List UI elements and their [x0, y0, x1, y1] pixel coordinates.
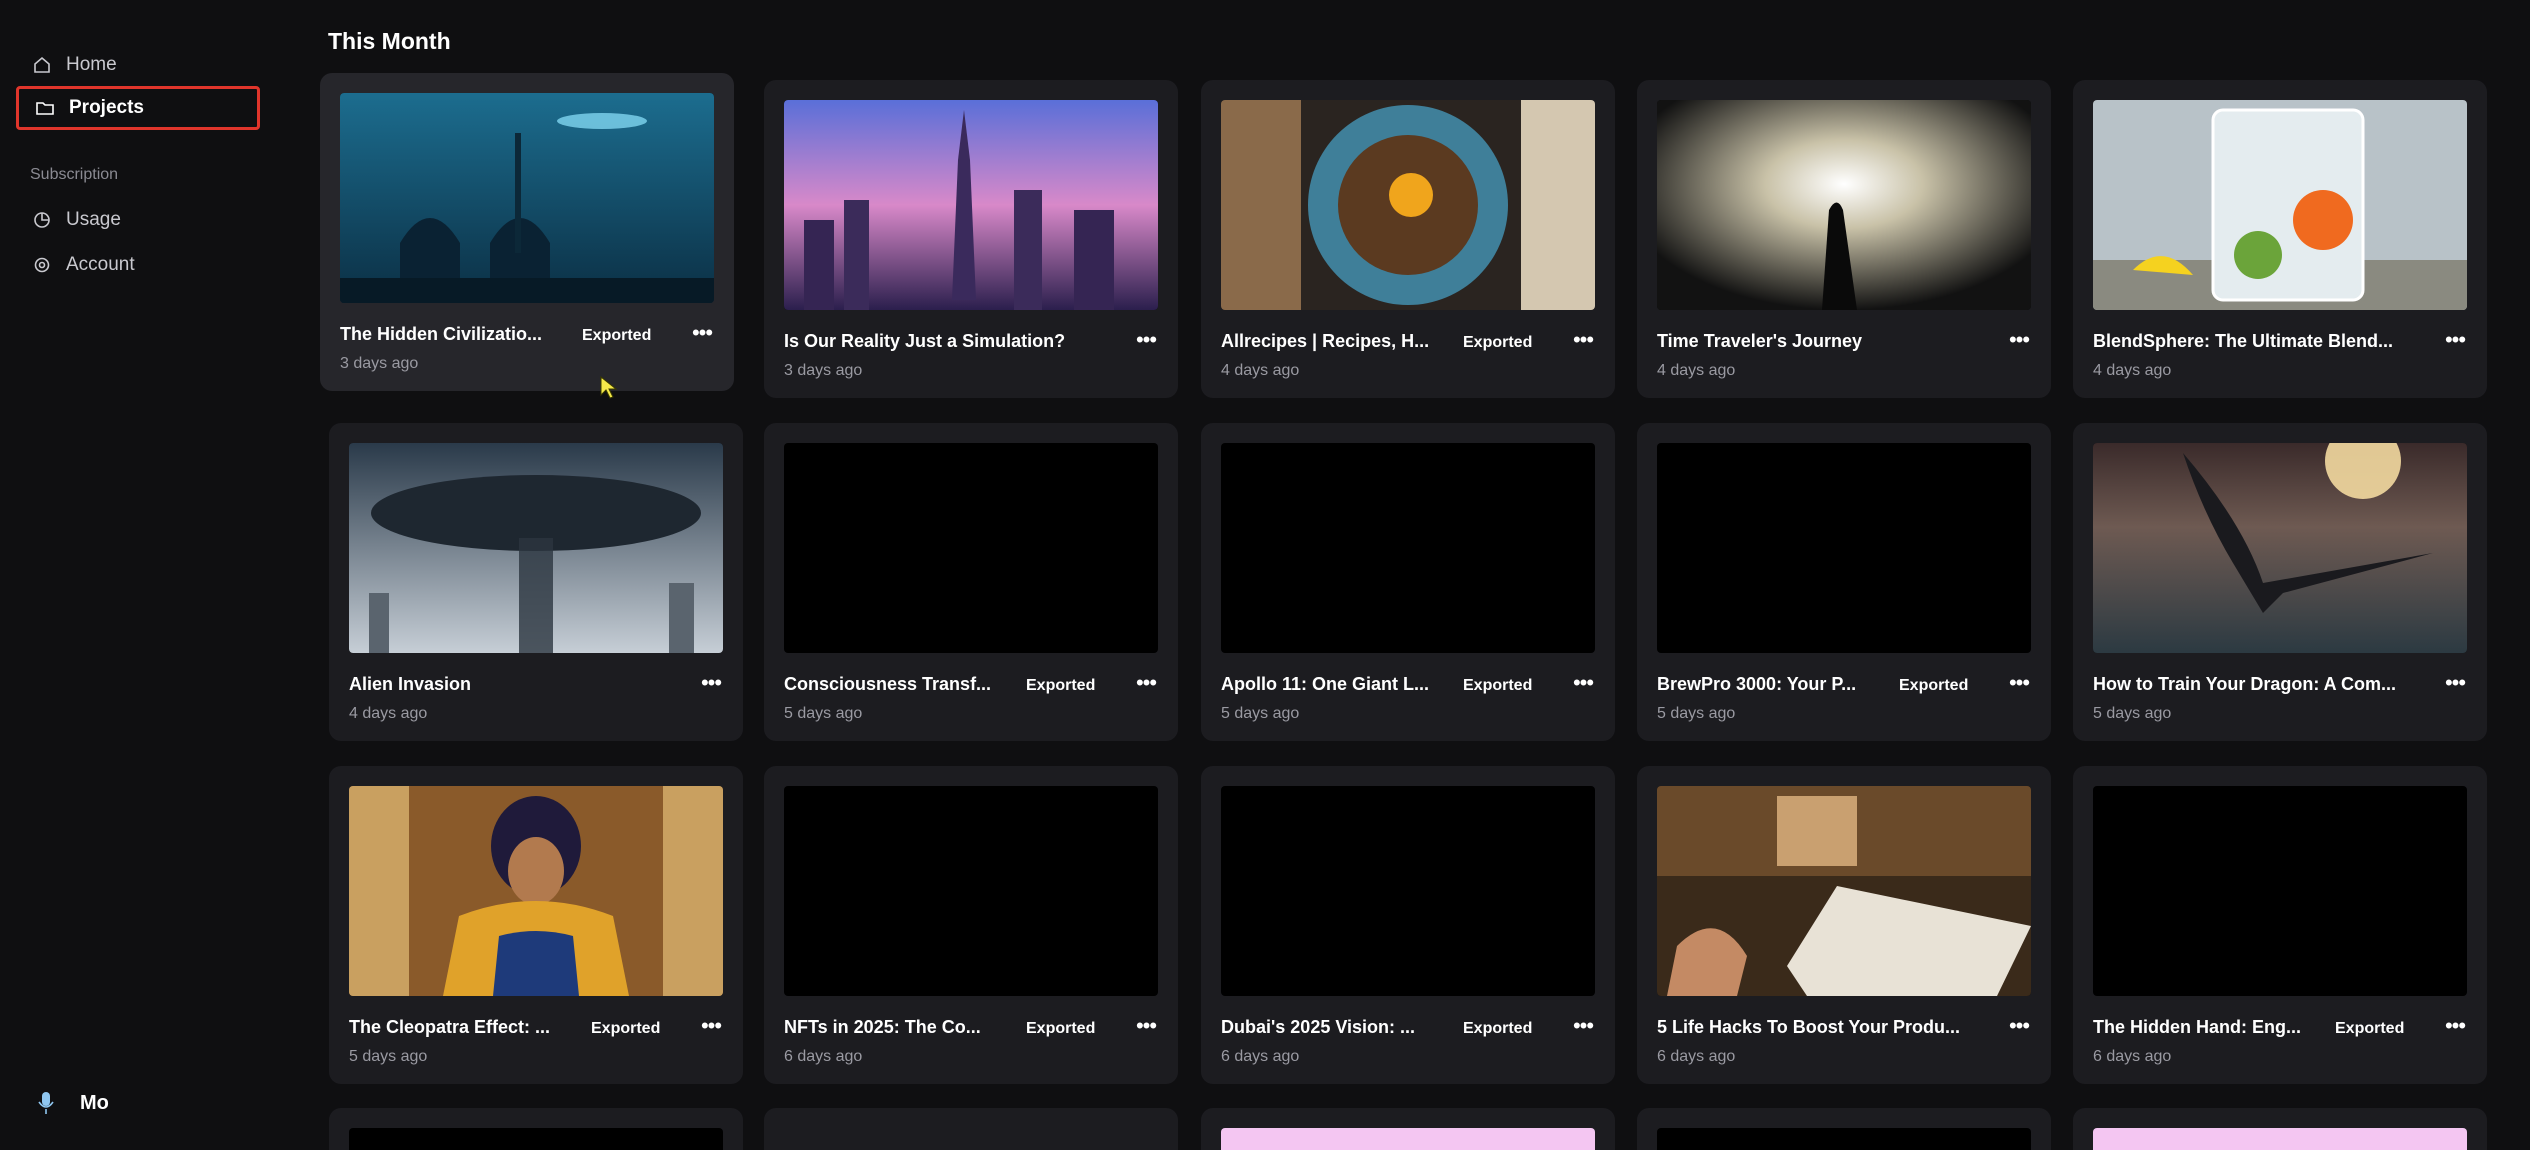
project-thumbnail [2093, 100, 2467, 310]
project-date: 4 days ago [1657, 362, 1736, 379]
more-options-button[interactable]: ••• [1569, 669, 1597, 697]
project-date: 3 days ago [784, 362, 863, 379]
project-thumbnail [349, 1128, 723, 1150]
more-options-button[interactable]: ••• [2005, 669, 2033, 697]
project-thumbnail [2093, 443, 2467, 653]
more-options-button[interactable]: ••• [697, 1012, 725, 1040]
project-thumbnail [1657, 1128, 2031, 1150]
more-options-button[interactable]: ••• [697, 669, 725, 697]
project-card[interactable] [764, 1108, 1178, 1150]
project-card[interactable]: The Cleopatra Effect: ... 5 days ago Exp… [329, 766, 743, 1084]
more-options-button[interactable]: ••• [1569, 1012, 1597, 1040]
project-date: 4 days ago [1221, 362, 1300, 379]
project-title: BrewPro 3000: Your P... [1657, 674, 1857, 694]
exported-badge: Exported [1463, 677, 1533, 694]
project-card[interactable]: Alien Invasion 4 days ago ••• [329, 423, 743, 741]
project-thumbnail [1221, 100, 1595, 310]
project-thumbnail [2093, 786, 2467, 996]
project-thumbnail [784, 100, 1158, 310]
project-card[interactable]: NFTs in 2025: The Co... 6 days ago Expor… [764, 766, 1178, 1084]
project-thumbnail [2093, 1128, 2467, 1150]
project-thumbnail [1221, 786, 1595, 996]
project-grid: The Hidden Civilizatio... 3 days ago Exp… [0, 0, 2530, 1150]
project-card[interactable]: Consciousness Transf... 5 days ago Expor… [764, 423, 1178, 741]
exported-badge: Exported [591, 1020, 661, 1037]
project-thumbnail [1657, 786, 2031, 996]
project-card[interactable]: The Hidden Civilizatio... 3 days ago Exp… [320, 73, 734, 391]
more-options-button[interactable]: ••• [1569, 326, 1597, 354]
more-options-button[interactable]: ••• [688, 319, 716, 347]
more-options-button[interactable]: ••• [2441, 1012, 2469, 1040]
more-options-button[interactable]: ••• [2441, 326, 2469, 354]
project-thumbnail [1657, 100, 2031, 310]
more-options-button[interactable]: ••• [2441, 669, 2469, 697]
project-card[interactable]: Is Our Reality Just a Simulation? 3 days… [764, 80, 1178, 398]
project-card[interactable] [2073, 1108, 2487, 1150]
project-title: Alien Invasion [349, 674, 472, 694]
project-title: Dubai's 2025 Vision: ... [1221, 1017, 1416, 1037]
project-thumbnail [1221, 443, 1595, 653]
project-card[interactable] [1201, 1108, 1615, 1150]
project-thumbnail [1657, 443, 2031, 653]
project-card[interactable]: Allrecipes | Recipes, H... 4 days ago Ex… [1201, 80, 1615, 398]
project-thumbnail [349, 443, 723, 653]
project-title: Time Traveler's Journey [1657, 331, 1863, 351]
project-thumbnail [349, 786, 723, 996]
project-card[interactable]: The Hidden Hand: Eng... 6 days ago Expor… [2073, 766, 2487, 1084]
more-options-button[interactable]: ••• [2005, 1012, 2033, 1040]
exported-badge: Exported [1463, 1020, 1533, 1037]
project-card[interactable] [329, 1108, 743, 1150]
project-title: The Hidden Hand: Eng... [2093, 1017, 2301, 1037]
exported-badge: Exported [1899, 677, 1969, 694]
exported-badge: Exported [1463, 334, 1533, 351]
more-options-button[interactable]: ••• [1132, 669, 1160, 697]
project-thumbnail [784, 786, 1158, 996]
project-card[interactable]: BrewPro 3000: Your P... 5 days ago Expor… [1637, 423, 2051, 741]
exported-badge: Exported [582, 327, 652, 344]
project-date: 5 days ago [1221, 705, 1300, 722]
exported-badge: Exported [1026, 1020, 1096, 1037]
project-title: Consciousness Transf... [784, 674, 992, 694]
project-thumbnail [340, 93, 714, 303]
project-card[interactable]: 5 Life Hacks To Boost Your Produ... 6 da… [1637, 766, 2051, 1084]
project-title: The Cleopatra Effect: ... [349, 1017, 551, 1037]
project-title: Allrecipes | Recipes, H... [1221, 331, 1430, 351]
project-title: Apollo 11: One Giant L... [1221, 674, 1430, 694]
mouse-cursor-icon [600, 376, 618, 399]
project-date: 3 days ago [340, 355, 419, 372]
project-thumbnail [1221, 1128, 1595, 1150]
project-date: 6 days ago [784, 1048, 863, 1065]
exported-badge: Exported [1026, 677, 1096, 694]
project-date: 6 days ago [2093, 1048, 2172, 1065]
project-date: 6 days ago [1657, 1048, 1736, 1065]
project-title: NFTs in 2025: The Co... [784, 1017, 981, 1037]
project-date: 4 days ago [349, 705, 428, 722]
more-options-button[interactable]: ••• [1132, 1012, 1160, 1040]
more-options-button[interactable]: ••• [2005, 326, 2033, 354]
project-title: How to Train Your Dragon: A Com... [2093, 674, 2397, 694]
project-card[interactable]: How to Train Your Dragon: A Com... 5 day… [2073, 423, 2487, 741]
project-card[interactable] [1637, 1108, 2051, 1150]
project-title: Is Our Reality Just a Simulation? [784, 331, 1066, 351]
project-card[interactable]: Time Traveler's Journey 4 days ago ••• [1637, 80, 2051, 398]
project-date: 5 days ago [1657, 705, 1736, 722]
project-card[interactable]: Apollo 11: One Giant L... 5 days ago Exp… [1201, 423, 1615, 741]
project-date: 5 days ago [349, 1048, 428, 1065]
project-date: 5 days ago [784, 705, 863, 722]
project-date: 4 days ago [2093, 362, 2172, 379]
project-title: BlendSphere: The Ultimate Blend... [2093, 331, 2394, 351]
exported-badge: Exported [2335, 1020, 2405, 1037]
more-options-button[interactable]: ••• [1132, 326, 1160, 354]
project-thumbnail [784, 443, 1158, 653]
project-title: The Hidden Civilizatio... [340, 324, 543, 344]
project-card[interactable]: BlendSphere: The Ultimate Blend... 4 day… [2073, 80, 2487, 398]
project-date: 6 days ago [1221, 1048, 1300, 1065]
project-title: 5 Life Hacks To Boost Your Produ... [1657, 1017, 1961, 1037]
project-card[interactable]: Dubai's 2025 Vision: ... 6 days ago Expo… [1201, 766, 1615, 1084]
project-date: 5 days ago [2093, 705, 2172, 722]
